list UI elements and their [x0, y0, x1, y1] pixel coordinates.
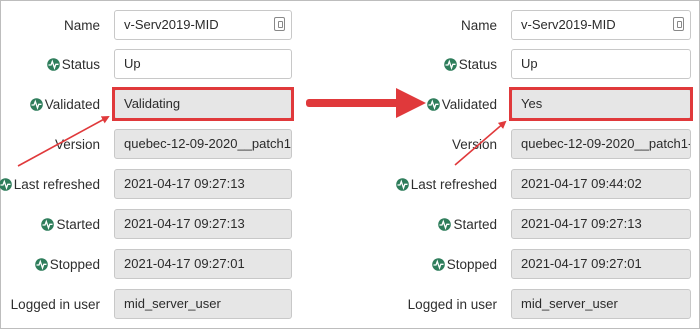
pointer-arrow-before: [17, 116, 110, 167]
annotation-overlay: [17, 88, 507, 167]
transition-arrow: [306, 88, 426, 118]
pointer-arrow-after: [454, 120, 507, 166]
